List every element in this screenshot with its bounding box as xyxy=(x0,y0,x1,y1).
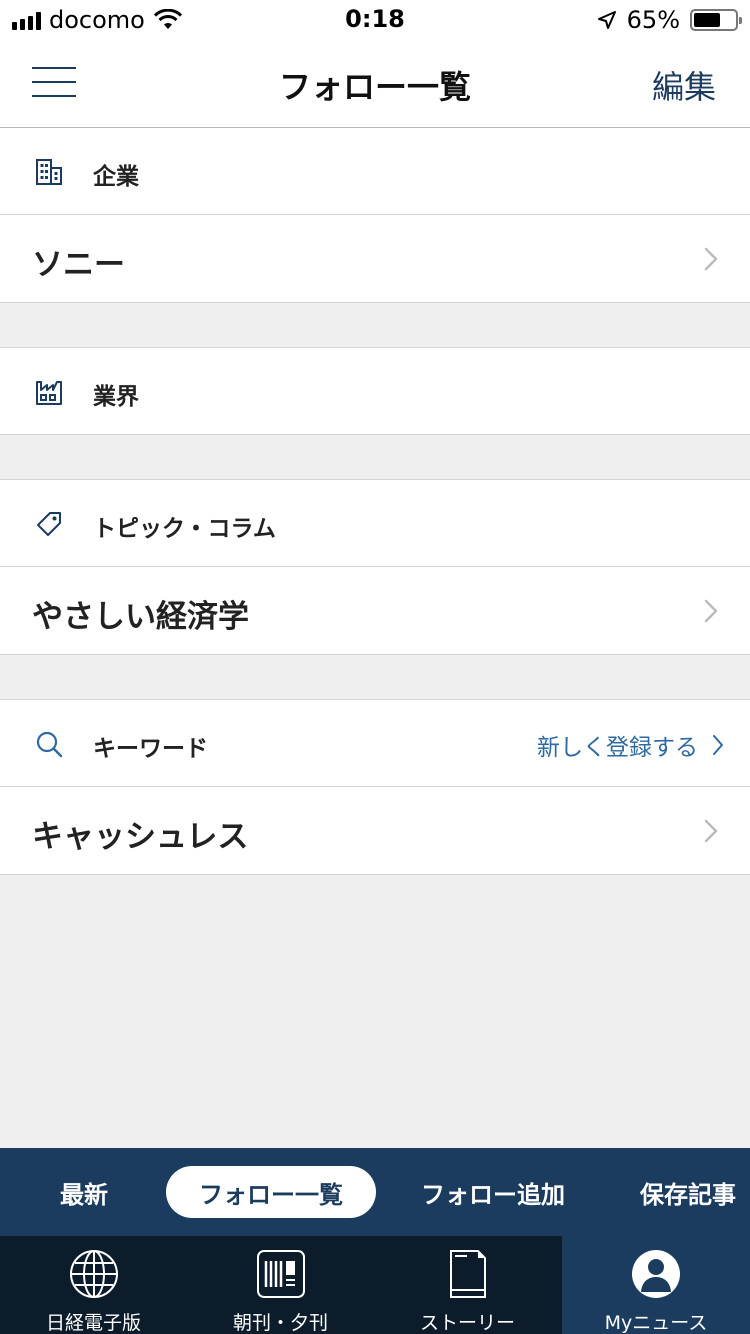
tab-label: 日経電子版 xyxy=(45,1312,141,1334)
follow-list: 企業 ソニー 業界 トピック・コラム やさしい経済学 キーワード 新しく登録する… xyxy=(0,128,750,875)
location-arrow-icon xyxy=(597,11,616,29)
status-right: 65% xyxy=(597,6,742,34)
follow-item-label: キャッシュレス xyxy=(32,819,249,855)
register-keyword-label: 新しく登録する xyxy=(537,735,698,761)
section-divider xyxy=(0,303,750,348)
sub-tab-bar: 最新 フォロー一覧 フォロー追加 保存記事 xyxy=(0,1148,750,1236)
section-label-company: 企業 xyxy=(93,164,139,190)
battery-icon xyxy=(690,9,742,31)
tab-story[interactable]: ストーリー xyxy=(374,1236,561,1334)
building-icon xyxy=(36,159,62,185)
chevron-right-icon xyxy=(713,735,723,755)
main-tab-bar: 日経電子版 朝刊・夕刊 ストーリー Myニュース xyxy=(0,1236,750,1334)
follow-item-sony[interactable]: ソニー xyxy=(0,215,750,303)
person-icon xyxy=(632,1250,680,1298)
search-icon xyxy=(36,731,63,758)
battery-fill xyxy=(694,13,720,27)
globe-icon xyxy=(69,1250,118,1298)
section-header-company: 企業 xyxy=(0,128,750,215)
tag-icon xyxy=(37,512,61,536)
register-keyword-link[interactable]: 新しく登録する xyxy=(537,728,724,762)
tab-my-news[interactable]: Myニュース xyxy=(562,1236,750,1334)
edit-button[interactable]: 編集 xyxy=(652,62,716,108)
section-divider xyxy=(0,655,750,700)
newspaper-icon xyxy=(256,1250,305,1298)
follow-item-label: やさしい経済学 xyxy=(32,599,249,635)
follow-item-label: ソニー xyxy=(32,247,125,283)
navigation-bar: フォロー一覧 編集 xyxy=(0,40,750,128)
subtab-latest[interactable]: 最新 xyxy=(38,1166,130,1218)
chevron-right-icon xyxy=(704,819,718,843)
tab-nikkei-digital[interactable]: 日経電子版 xyxy=(0,1236,187,1334)
status-bar: docomo 0:18 65% xyxy=(0,0,750,40)
tab-label: Myニュース xyxy=(604,1312,708,1334)
section-divider xyxy=(0,435,750,480)
book-icon xyxy=(449,1250,486,1298)
page-title: フォロー一覧 xyxy=(278,68,471,106)
battery-percent: 65% xyxy=(626,6,680,34)
section-header-industry: 業界 xyxy=(0,348,750,435)
section-header-keyword: キーワード 新しく登録する xyxy=(0,700,750,787)
chevron-right-icon xyxy=(704,599,718,623)
tab-label: ストーリー xyxy=(419,1312,515,1334)
chevron-right-icon xyxy=(704,247,718,271)
tab-label: 朝刊・夕刊 xyxy=(232,1312,328,1334)
section-label-keyword: キーワード xyxy=(93,736,208,762)
section-label-industry: 業界 xyxy=(93,384,139,410)
follow-item-topic[interactable]: やさしい経済学 xyxy=(0,567,750,655)
follow-item-keyword[interactable]: キャッシュレス xyxy=(0,787,750,875)
factory-icon xyxy=(36,381,62,405)
subtab-follow-add[interactable]: フォロー追加 xyxy=(405,1166,581,1218)
tab-morning-evening[interactable]: 朝刊・夕刊 xyxy=(187,1236,374,1334)
section-label-topic: トピック・コラム xyxy=(93,516,276,542)
subtab-saved[interactable]: 保存記事 xyxy=(628,1166,748,1218)
section-header-topic: トピック・コラム xyxy=(0,480,750,567)
subtab-follow-list[interactable]: フォロー一覧 xyxy=(166,1166,376,1218)
